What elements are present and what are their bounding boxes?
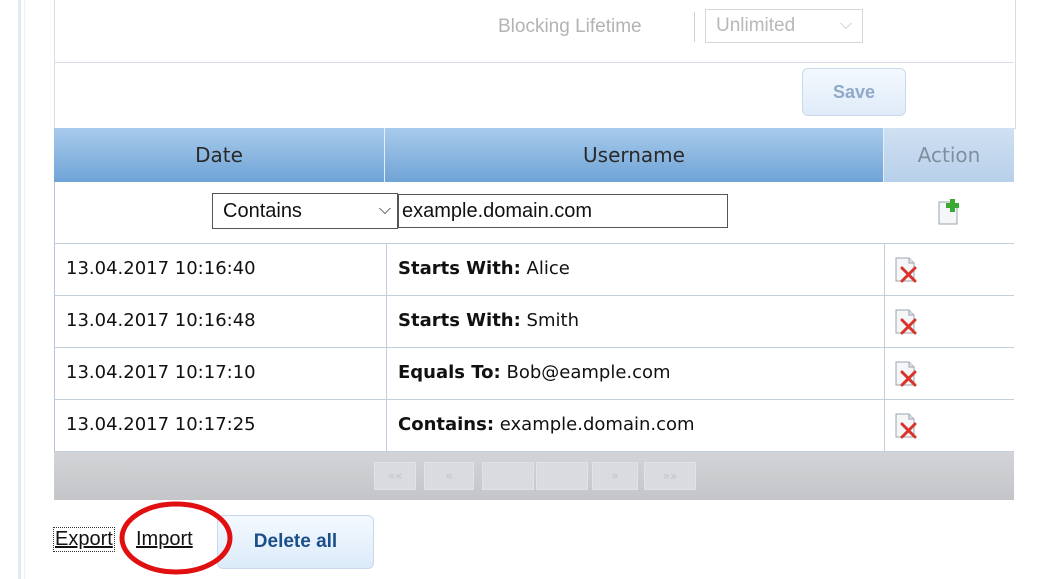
- table-row[interactable]: 13.04.2017 10:16:48 Starts With: Smith: [54, 296, 1014, 348]
- pager-next-button[interactable]: »: [592, 462, 638, 490]
- delete-document-icon[interactable]: [893, 256, 919, 284]
- pager-page-slot: [536, 462, 588, 490]
- table-row[interactable]: 13.04.2017 10:17:25 Contains: example.do…: [54, 400, 1014, 452]
- row-username-rule: Contains: example.domain.com: [398, 414, 695, 435]
- rule-type: Contains:: [398, 414, 495, 435]
- rule-value: Alice: [520, 258, 570, 279]
- pagination-bar: «« « » »»: [54, 452, 1014, 500]
- blocking-lifetime-value: Unlimited: [716, 15, 796, 36]
- column-separator: [386, 348, 387, 399]
- import-link[interactable]: Import: [136, 528, 193, 551]
- rule-value: example.domain.com: [494, 414, 695, 435]
- save-button[interactable]: Save: [802, 68, 906, 116]
- pager-prev-button[interactable]: «: [424, 462, 474, 490]
- rule-value: Bob@eample.com: [500, 362, 671, 383]
- match-type-value: Contains: [223, 200, 302, 222]
- delete-document-icon[interactable]: [893, 360, 919, 388]
- column-separator: [884, 296, 885, 347]
- column-separator: [386, 244, 387, 295]
- rule-type: Starts With:: [398, 310, 521, 331]
- pager-page-slot: [482, 462, 534, 490]
- blocking-lifetime-label: Blocking Lifetime: [498, 16, 642, 37]
- rule-type: Starts With:: [398, 258, 521, 279]
- column-header-username[interactable]: Username: [385, 128, 883, 182]
- column-header-date[interactable]: Date: [54, 128, 384, 182]
- delete-document-icon[interactable]: [893, 412, 919, 440]
- export-link[interactable]: Export: [53, 527, 115, 552]
- filter-row: Contains ⌵ example.domain.com: [54, 182, 1014, 244]
- settings-divider: [54, 62, 1014, 63]
- left-rule: [18, 0, 21, 579]
- row-date: 13.04.2017 10:16:48: [66, 310, 256, 331]
- row-date: 13.04.2017 10:17:25: [66, 414, 256, 435]
- pager-last-button[interactable]: »»: [644, 462, 696, 490]
- row-date: 13.04.2017 10:17:10: [66, 362, 256, 383]
- pager-first-button[interactable]: ««: [374, 462, 416, 490]
- row-date: 13.04.2017 10:16:40: [66, 258, 256, 279]
- column-separator: [386, 400, 387, 451]
- column-header-action: Action: [884, 128, 1014, 182]
- chevron-down-icon: ⌵: [839, 16, 852, 33]
- username-pattern-input[interactable]: example.domain.com: [398, 194, 728, 228]
- column-separator: [884, 244, 885, 295]
- delete-document-icon[interactable]: [893, 308, 919, 336]
- delete-all-button[interactable]: Delete all: [217, 515, 374, 569]
- column-separator: [884, 400, 885, 451]
- match-type-select[interactable]: Contains ⌵: [212, 193, 398, 229]
- rule-type: Equals To:: [398, 362, 501, 383]
- row-username-rule: Equals To: Bob@eample.com: [398, 362, 671, 383]
- blocking-lifetime-select[interactable]: Unlimited ⌵: [705, 9, 863, 43]
- lifetime-separator: [694, 12, 695, 42]
- left-rule-inner: [24, 0, 25, 579]
- column-separator: [386, 296, 387, 347]
- chevron-down-icon: ⌵: [378, 201, 391, 218]
- rule-value: Smith: [520, 310, 579, 331]
- column-separator: [884, 348, 885, 399]
- row-username-rule: Starts With: Alice: [398, 258, 570, 279]
- table-row[interactable]: 13.04.2017 10:17:10 Equals To: Bob@eampl…: [54, 348, 1014, 400]
- row-username-rule: Starts With: Smith: [398, 310, 579, 331]
- table-row[interactable]: 13.04.2017 10:16:40 Starts With: Alice: [54, 244, 1014, 296]
- add-document-icon[interactable]: [935, 198, 961, 226]
